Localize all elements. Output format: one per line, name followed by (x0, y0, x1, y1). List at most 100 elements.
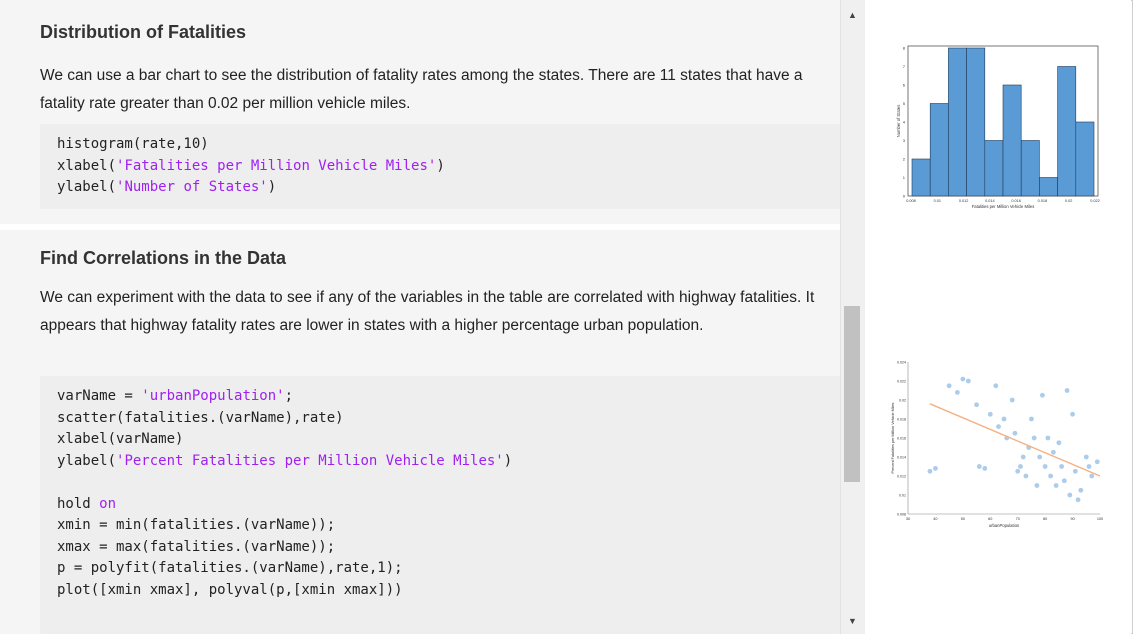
code-line[interactable]: plot([xmin xmax], polyval(p,[xmin xmax])… (57, 580, 840, 602)
code-line-empty[interactable] (57, 472, 840, 494)
scatter-point (1048, 473, 1054, 479)
scatter-point (1031, 435, 1037, 441)
scatter-point (1056, 440, 1062, 446)
histogram-bar (1002, 84, 1022, 197)
y-tick-label: 0.024 (897, 361, 906, 365)
y-tick-label: 0.018 (897, 418, 906, 422)
scatter-point (1029, 416, 1034, 422)
section-title-correlations: Find Correlations in the Data (40, 248, 287, 268)
scatter-point (1094, 459, 1100, 465)
x-tick-label: 40 (933, 517, 937, 521)
y-tick-label: 4 (903, 120, 906, 125)
y-tick-label: 6 (903, 83, 906, 88)
scatter-point (1070, 411, 1075, 417)
x-tick-label: 0.008 (906, 199, 916, 203)
x-tick-label: 0.016 (1011, 199, 1021, 203)
scatter-point (946, 383, 952, 389)
histogram-bar (984, 140, 1004, 197)
x-tick-label: 50 (961, 517, 965, 521)
code-line[interactable]: varName = 'urbanPopulation'; (57, 386, 840, 408)
section-paragraph-correlations: We can experiment with the data to see i… (40, 289, 815, 334)
histogram-bar (1057, 66, 1077, 197)
y-tick-label: 1 (903, 175, 906, 180)
y-tick-label: 5 (903, 101, 906, 106)
x-tick-label: 0.01 (934, 199, 941, 203)
code-line[interactable]: xmin = min(fatalities.(varName)); (57, 515, 840, 537)
y-tick-label: 0.008 (897, 513, 906, 517)
x-tick-label: 100 (1097, 517, 1103, 521)
y-tick-label: 0.02 (899, 399, 906, 403)
histogram-bar (1039, 177, 1058, 197)
scatter-point (976, 464, 982, 469)
code-line[interactable]: xmax = max(fatalities.(varName)); (57, 537, 840, 559)
y-tick-label: 8 (903, 46, 906, 51)
scatter-point (1045, 435, 1051, 441)
histogram-bar (966, 47, 986, 197)
section-title-distribution: Distribution of Fatalities (40, 22, 247, 42)
scatter-point (960, 376, 966, 382)
code-line[interactable]: hold on (57, 494, 840, 516)
x-tick-label: 30 (906, 517, 910, 521)
scatter-point (1075, 497, 1081, 503)
scatter-point (1059, 464, 1064, 469)
vertical-scrollbar[interactable]: ▲ ▼ (840, 0, 865, 634)
scatter-point (1072, 468, 1078, 474)
y-tick-label: 7 (903, 64, 906, 69)
scatter-point (1067, 492, 1073, 498)
scatter-point (1053, 483, 1059, 488)
y-tick-label: 0 (903, 194, 906, 199)
code-line[interactable]: xlabel('Fatalities per Million Vehicle M… (57, 156, 840, 178)
code-line[interactable]: ylabel('Percent Fatalities per Million V… (57, 451, 840, 473)
scatter-point (1083, 454, 1089, 460)
scatter-point (987, 411, 993, 417)
code-line[interactable]: ylabel('Number of States') (57, 177, 840, 199)
scatter-point (1009, 397, 1015, 403)
code-line[interactable]: scatter(fatalities.(varName),rate) (57, 408, 840, 430)
x-axis-label: urbanPopulation (989, 523, 1020, 528)
histogram-bar (1020, 140, 1040, 197)
output-panel: 0 1 2 3 4 5 6 7 8 0.008 0.01 0.012 0.014 0.016 0.018 0.… (865, 0, 1131, 634)
scatter-point (1042, 464, 1048, 469)
scrollbar-thumb[interactable] (844, 306, 860, 482)
scatter-point (1064, 388, 1070, 393)
scroll-up-arrow-icon[interactable]: ▲ (848, 10, 857, 20)
histogram-figure[interactable]: 0 1 2 3 4 5 6 7 8 0.008 0.01 0.012 0.014 0.016 0.018 0.… (895, 40, 1133, 260)
scatter-point (1037, 454, 1043, 460)
x-tick-label: 70 (1016, 517, 1020, 521)
section-paragraph-distribution: We can use a bar chart to see the distri… (40, 67, 803, 112)
x-tick-label: 0.012 (959, 199, 969, 203)
histogram-bar (1075, 121, 1095, 197)
scroll-down-arrow-icon[interactable]: ▼ (848, 616, 857, 626)
y-axis-label: Percent Fatalities per Million Vehicle M… (891, 402, 895, 473)
code-line[interactable]: histogram(rate,10) (57, 134, 840, 156)
scatter-point (1089, 473, 1095, 479)
scatter-point (982, 466, 988, 471)
x-axis-label: Fatalities per Million Vehicle Miles (972, 204, 1035, 209)
scatter-point (1086, 464, 1092, 469)
scatter-point (1040, 392, 1045, 398)
code-block-scatter[interactable]: varName = 'urbanPopulation'; scatter(fat… (40, 376, 840, 634)
code-line[interactable]: xlabel(varName) (57, 429, 840, 451)
scatter-point (974, 402, 979, 408)
code-line[interactable]: p = polyfit(fatalities.(varName),rate,1)… (57, 558, 840, 580)
scatter-point (1012, 430, 1018, 436)
y-tick-label: 0.01 (899, 494, 906, 498)
histogram-bar (948, 47, 967, 197)
scatter-figure[interactable]: 0.024 0.022 0.02 0.018 0.016 0.014 0.012 0.01 0.… (890, 360, 1133, 540)
scatter-point (1061, 478, 1067, 484)
scatter-point (1034, 483, 1040, 488)
code-block-histogram[interactable]: histogram(rate,10) xlabel('Fatalities pe… (40, 124, 840, 209)
scatter-point (993, 383, 999, 389)
live-script-editor[interactable]: Distribution of Fatalities We can use a … (0, 0, 840, 634)
scatter-point (1078, 487, 1084, 493)
y-axis-label: Number of States (896, 105, 901, 138)
x-tick-label: 90 (1070, 517, 1074, 521)
scatter-point (1020, 454, 1026, 460)
scatter-point (965, 378, 971, 384)
scatter-point (1001, 416, 1007, 422)
x-tick-label: 0.014 (985, 199, 995, 203)
scatter-point (933, 466, 938, 471)
scatter-point (954, 390, 960, 395)
x-tick-label: 80 (1043, 517, 1047, 521)
histogram-bar (929, 103, 949, 197)
